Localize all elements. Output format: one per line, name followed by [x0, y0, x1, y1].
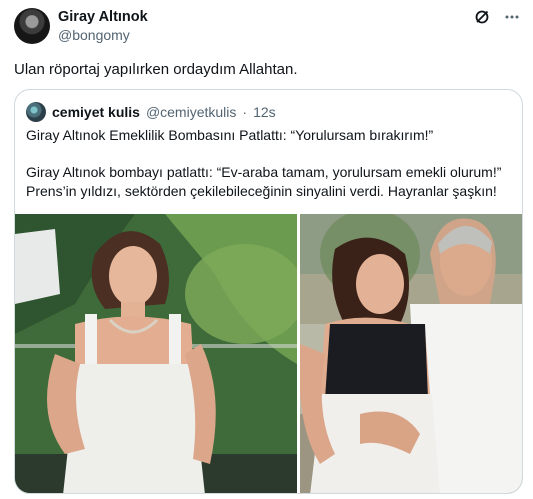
quoted-separator: · [242, 104, 248, 120]
quoted-display-name: cemiyet kulis [52, 104, 140, 120]
quoted-time: 12s [253, 104, 276, 120]
quoted-title: Giray Altınok Emeklilik Bombasını Patlat… [26, 127, 434, 143]
author-handle[interactable]: @bongomy [58, 26, 148, 44]
grok-icon[interactable] [473, 8, 491, 26]
quoted-avatar [26, 102, 46, 122]
tweet-actions-top [473, 8, 521, 26]
quoted-tweet[interactable]: cemiyet kulis @cemiyetkulis · 12s Giray … [14, 89, 523, 494]
photo-right[interactable] [300, 214, 522, 493]
author-display-name[interactable]: Giray Altınok [58, 9, 148, 26]
photo-left[interactable] [15, 214, 297, 493]
avatar[interactable] [14, 8, 50, 44]
quoted-body: Giray Altınok bombayı patlattı: “Ev-arab… [26, 164, 502, 199]
quoted-media[interactable] [15, 214, 522, 493]
author-info: Giray Altınok @bongomy [58, 9, 148, 44]
more-icon[interactable] [503, 8, 521, 26]
tweet-text: Ulan röportaj yapılırken ordaydım Allaht… [14, 61, 298, 78]
quoted-handle: @cemiyetkulis [145, 104, 237, 120]
quoted-header: cemiyet kulis @cemiyetkulis · 12s [26, 102, 276, 122]
